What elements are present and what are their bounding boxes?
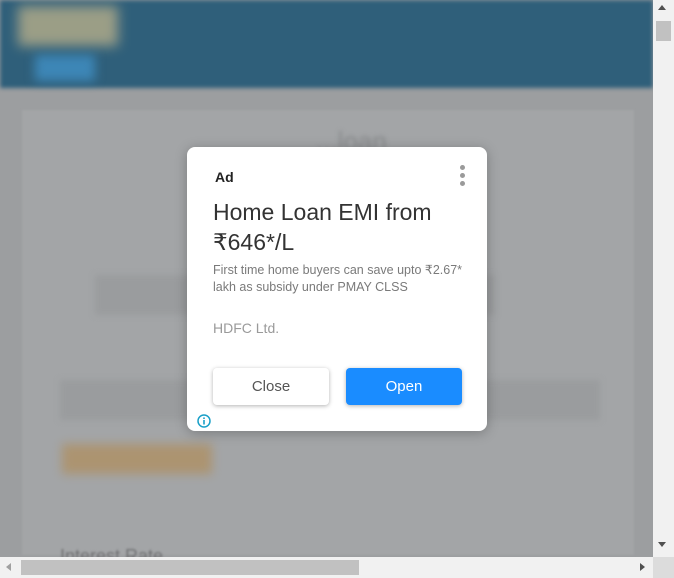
scrollbar-corner xyxy=(653,557,674,578)
ad-advertiser: HDFC Ltd. xyxy=(213,320,280,336)
horizontal-scrollbar[interactable] xyxy=(0,557,653,578)
vertical-scrollbar[interactable] xyxy=(653,0,674,557)
close-button[interactable]: Close xyxy=(213,368,329,405)
horizontal-scroll-thumb[interactable] xyxy=(21,560,359,575)
info-icon[interactable] xyxy=(197,414,211,428)
background-button xyxy=(62,444,212,474)
ad-title: Home Loan EMI from ₹646*/L xyxy=(213,199,432,255)
kebab-menu-icon[interactable] xyxy=(457,165,467,189)
background-logo xyxy=(18,6,118,46)
scroll-down-arrow-icon[interactable] xyxy=(658,542,666,547)
scroll-up-arrow-icon[interactable] xyxy=(658,5,666,10)
open-button[interactable]: Open xyxy=(346,368,462,405)
scroll-left-arrow-icon[interactable] xyxy=(6,563,11,571)
ad-dialog: Ad Home Loan EMI from ₹646*/L First time… xyxy=(187,147,487,431)
ad-description: First time home buyers can save upto ₹2.… xyxy=(213,263,463,294)
scroll-right-arrow-icon[interactable] xyxy=(640,563,645,571)
background-logo-secondary xyxy=(35,55,95,81)
vertical-scroll-thumb[interactable] xyxy=(656,21,671,41)
background-interest-rate-label: Interest Rate xyxy=(60,546,164,557)
ad-label: Ad xyxy=(215,169,234,185)
